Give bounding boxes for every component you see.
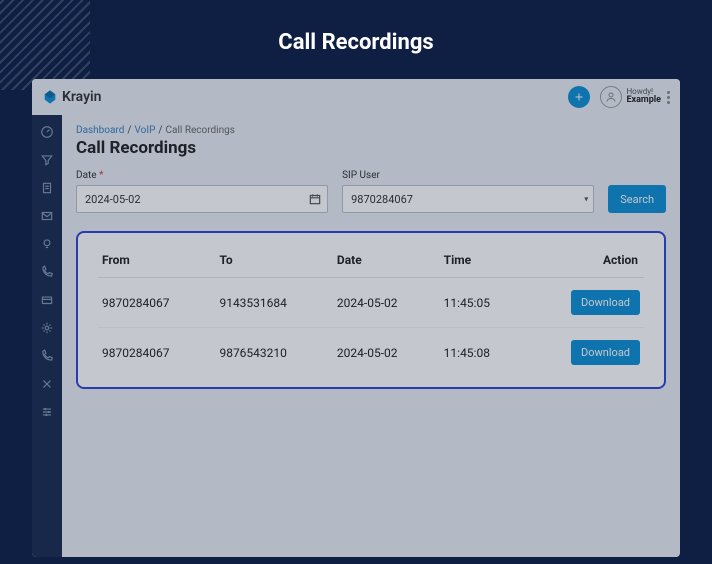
cell-to: 9876543210	[215, 328, 332, 378]
sip-user-select[interactable]	[342, 185, 594, 213]
cell-from: 9870284067	[98, 278, 215, 328]
table-row: 9870284067 9876543210 2024-05-02 11:45:0…	[98, 328, 644, 378]
outer-page-title: Call Recordings	[0, 0, 712, 79]
brand-logo[interactable]: Krayin	[42, 89, 102, 105]
cell-to: 9143531684	[215, 278, 332, 328]
sidebar-item-mail[interactable]	[40, 209, 54, 223]
funnel-icon	[40, 153, 54, 167]
date-input[interactable]	[76, 185, 328, 213]
krayin-logo-icon	[42, 89, 58, 105]
gauge-icon	[40, 125, 54, 139]
greeting-name: Example	[626, 96, 661, 106]
col-action: Action	[524, 247, 644, 278]
cell-time: 11:45:08	[440, 328, 524, 378]
mail-icon	[40, 209, 54, 223]
recordings-table-wrap: From To Date Time Action 9870284067 9143…	[76, 231, 666, 389]
cell-from: 9870284067	[98, 328, 215, 378]
search-button[interactable]: Search	[608, 185, 666, 213]
sidebar-item-leads[interactable]	[40, 153, 54, 167]
add-button[interactable]	[568, 86, 590, 108]
filter-row: Date * SIP User ▾ Search	[76, 170, 666, 213]
col-to: To	[215, 247, 332, 278]
phone2-icon	[40, 349, 54, 363]
bulb-icon	[40, 237, 54, 251]
download-button[interactable]: Download	[571, 290, 640, 315]
sidebar-item-config[interactable]	[40, 405, 54, 419]
user-icon	[605, 91, 617, 103]
calendar-icon	[308, 192, 322, 206]
sidebar-item-settings[interactable]	[40, 321, 54, 335]
sidebar	[32, 115, 62, 557]
sidebar-item-tools[interactable]	[40, 377, 54, 391]
cell-date: 2024-05-02	[333, 328, 440, 378]
page-title: Call Recordings	[76, 138, 666, 158]
date-label: Date *	[76, 170, 328, 181]
document-icon	[40, 181, 54, 195]
cell-time: 11:45:05	[440, 278, 524, 328]
sidebar-item-activities[interactable]	[40, 237, 54, 251]
sidebar-item-quotes[interactable]	[40, 181, 54, 195]
sidebar-item-contacts[interactable]	[40, 265, 54, 279]
col-time: Time	[440, 247, 524, 278]
sidebar-item-voip[interactable]	[40, 349, 54, 363]
recordings-table: From To Date Time Action 9870284067 9143…	[98, 247, 644, 377]
card-icon	[40, 293, 54, 307]
sip-label: SIP User	[342, 170, 594, 181]
breadcrumb-voip[interactable]: VoIP	[135, 125, 156, 136]
topbar: Krayin Howdy! Example	[32, 79, 680, 115]
gear-icon	[40, 321, 54, 335]
col-from: From	[98, 247, 215, 278]
tools-icon	[40, 377, 54, 391]
sidebar-item-products[interactable]	[40, 293, 54, 307]
chevron-down-icon: ▾	[584, 195, 588, 204]
kebab-menu[interactable]	[667, 91, 670, 104]
content-area: Dashboard/VoIP/Call Recordings Call Reco…	[62, 115, 680, 557]
app-window: Krayin Howdy! Example	[32, 79, 680, 557]
plus-icon	[573, 91, 585, 103]
breadcrumb-current: Call Recordings	[166, 125, 235, 136]
phone-icon	[40, 265, 54, 279]
greeting: Howdy! Example	[626, 88, 661, 107]
col-date: Date	[333, 247, 440, 278]
user-avatar[interactable]	[600, 86, 622, 108]
sidebar-item-dashboard[interactable]	[40, 125, 54, 139]
cell-date: 2024-05-02	[333, 278, 440, 328]
sliders-icon	[40, 405, 54, 419]
breadcrumb-dashboard[interactable]: Dashboard	[76, 125, 124, 136]
download-button[interactable]: Download	[571, 340, 640, 365]
breadcrumb: Dashboard/VoIP/Call Recordings	[76, 125, 666, 136]
table-row: 9870284067 9143531684 2024-05-02 11:45:0…	[98, 278, 644, 328]
brand-name: Krayin	[62, 89, 102, 105]
